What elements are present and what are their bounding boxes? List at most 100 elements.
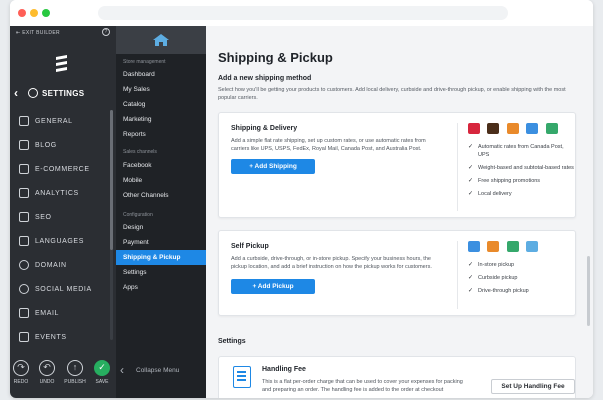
checkmark-icon: ✓ (468, 262, 474, 268)
sidebar-item-social-media[interactable]: SOCIAL MEDIA (10, 278, 116, 302)
app-window: ⇤ EXIT BUILDER ? ‹ SETTINGS GENERAL BLOG… (10, 0, 593, 398)
store-nav-facebook[interactable]: Facebook (116, 158, 206, 173)
sidebar-item-label: SOCIAL MEDIA (35, 286, 92, 293)
checkmark-icon: ✓ (468, 178, 474, 184)
canada-post-icon (468, 123, 480, 134)
exit-builder-link[interactable]: ⇤ EXIT BUILDER ? (10, 26, 116, 40)
sidebar-item-label: GENERAL (35, 118, 73, 125)
feature-text: Free shipping promotions (478, 178, 541, 184)
car-icon (506, 241, 519, 252)
drive-through-icon (526, 241, 539, 252)
store-nav-shipping-pickup[interactable]: Shipping & Pickup (116, 250, 206, 265)
add-shipping-button[interactable]: + Add Shipping (231, 159, 315, 174)
sidebar-item-seo[interactable]: SEO (10, 206, 116, 230)
store-nav-settings[interactable]: Settings (116, 265, 206, 280)
sidebar-scroll-thumb[interactable] (110, 110, 113, 250)
settings-nav: GENERAL BLOG E-COMMERCE ANALYTICS SEO LA… (10, 110, 116, 350)
store-nav-my-sales[interactable]: My Sales (116, 82, 206, 97)
collapse-menu-label: Collapse Menu (136, 367, 180, 374)
home-button[interactable] (116, 26, 206, 54)
settings-back-row[interactable]: ‹ SETTINGS (10, 84, 116, 104)
store-nav-marketing[interactable]: Marketing (116, 112, 206, 127)
sidebar-item-label: EMAIL (35, 310, 60, 317)
checkmark-icon: ✓ (468, 165, 474, 171)
address-bar[interactable] (98, 6, 508, 20)
pickup-feature-list: ✓ In-store pickup ✓ Curbside pickup ✓ Drive… (468, 261, 576, 300)
sidebar-item-blog[interactable]: BLOG (10, 134, 116, 158)
builder-app: ⇤ EXIT BUILDER ? ‹ SETTINGS GENERAL BLOG… (10, 26, 593, 398)
store-nav-mobile[interactable]: Mobile (116, 173, 206, 188)
sidebar-item-general[interactable]: GENERAL (10, 110, 116, 134)
settings-heading: Settings (218, 338, 246, 345)
social-icon (19, 284, 29, 294)
exit-builder-label: EXIT BUILDER (22, 30, 60, 36)
chevron-left-icon[interactable]: ‹ (14, 86, 18, 100)
store-nav-other-channels[interactable]: Other Channels (116, 188, 206, 203)
card-description: Add a curbside, drive-through, or in-sto… (231, 256, 432, 270)
sales-channels-heading: Sales channels (123, 149, 157, 155)
calendar-icon (19, 332, 29, 342)
sidebar-item-domain[interactable]: DOMAIN (10, 254, 116, 278)
email-icon (19, 308, 29, 318)
pickup-icons (468, 241, 541, 253)
store-nav-catalog[interactable]: Catalog (116, 97, 206, 112)
redo-button[interactable]: ↷ REDO (10, 360, 32, 385)
sidebar-item-label: LANGUAGES (35, 238, 84, 245)
feature-text: Automatic rates from Canada Post, UPS (478, 144, 564, 158)
ups-icon (487, 123, 500, 134)
publish-icon: ↑ (67, 360, 83, 376)
card-title: Shipping & Delivery (231, 125, 298, 132)
save-button[interactable]: ✓ SAVE (91, 360, 113, 385)
store-nav-design[interactable]: Design (116, 220, 206, 235)
sidebar-item-e-commerce[interactable]: E-COMMERCE (10, 158, 116, 182)
list-item: ✓ Drive-through pickup (468, 287, 576, 295)
sidebar-item-events[interactable]: EVENTS (10, 326, 116, 350)
sidebar-item-label: DOMAIN (35, 262, 67, 269)
sidebar-item-analytics[interactable]: ANALYTICS (10, 182, 116, 206)
sidebar-item-label: ANALYTICS (35, 190, 79, 197)
undo-button[interactable]: ↶ UNDO (36, 360, 58, 385)
undo-icon: ↶ (39, 360, 55, 376)
card-divider (457, 123, 458, 211)
sidebar-item-languages[interactable]: LANGUAGES (10, 230, 116, 254)
store-management-heading: Store management (123, 59, 166, 65)
list-item: ✓ In-store pickup (468, 261, 576, 269)
settings-sidebar: ⇤ EXIT BUILDER ? ‹ SETTINGS GENERAL BLOG… (10, 26, 116, 398)
maximize-window-dot[interactable] (42, 9, 50, 17)
feature-text: In-store pickup (478, 262, 515, 268)
feature-text: Weight-based and subtotal-based rates (478, 165, 574, 171)
handling-fee-description: This is a flat per-order charge that can… (262, 379, 463, 393)
shipping-feature-list: ✓ Automatic rates from Canada Post, UPS ✓… (468, 143, 576, 203)
store-nav-reports[interactable]: Reports (116, 127, 206, 142)
store-nav: Store management Dashboard My Sales Cata… (116, 26, 206, 398)
minimize-window-dot[interactable] (30, 9, 38, 17)
add-pickup-button[interactable]: + Add Pickup (231, 279, 315, 294)
redo-label: REDO (13, 379, 29, 385)
help-icon[interactable]: ? (102, 28, 110, 36)
main-content: Shipping & Pickup Add a new shipping met… (206, 26, 593, 398)
card-divider (457, 241, 458, 309)
checkmark-icon: ✓ (94, 360, 110, 376)
store-nav-dashboard[interactable]: Dashboard (116, 67, 206, 82)
publish-button[interactable]: ↑ PUBLISH (64, 360, 86, 385)
sidebar-item-label: EVENTS (35, 334, 67, 341)
publish-label: PUBLISH (64, 379, 86, 385)
store-nav-apps[interactable]: Apps (116, 280, 206, 295)
list-item: ✓ Weight-based and subtotal-based rates (468, 164, 576, 172)
checkmark-icon: ✓ (468, 144, 474, 150)
sidebar-item-email[interactable]: EMAIL (10, 302, 116, 326)
store-nav-payment[interactable]: Payment (116, 235, 206, 250)
handoff-icon (487, 241, 500, 252)
document-icon (233, 366, 251, 388)
section-description: Select how you'll be getting your produc… (218, 87, 566, 101)
main-scrollbar[interactable] (587, 256, 590, 326)
languages-icon (19, 236, 29, 246)
close-window-dot[interactable] (18, 9, 26, 17)
set-up-handling-fee-button[interactable]: Set Up Handling Fee (491, 379, 575, 394)
configuration-heading: Configuration (123, 212, 153, 218)
globe-icon (19, 260, 29, 270)
feature-text: Curbside pickup (478, 275, 518, 281)
save-label: SAVE (95, 379, 109, 385)
checkmark-icon: ✓ (468, 288, 474, 294)
analytics-icon (19, 188, 29, 198)
